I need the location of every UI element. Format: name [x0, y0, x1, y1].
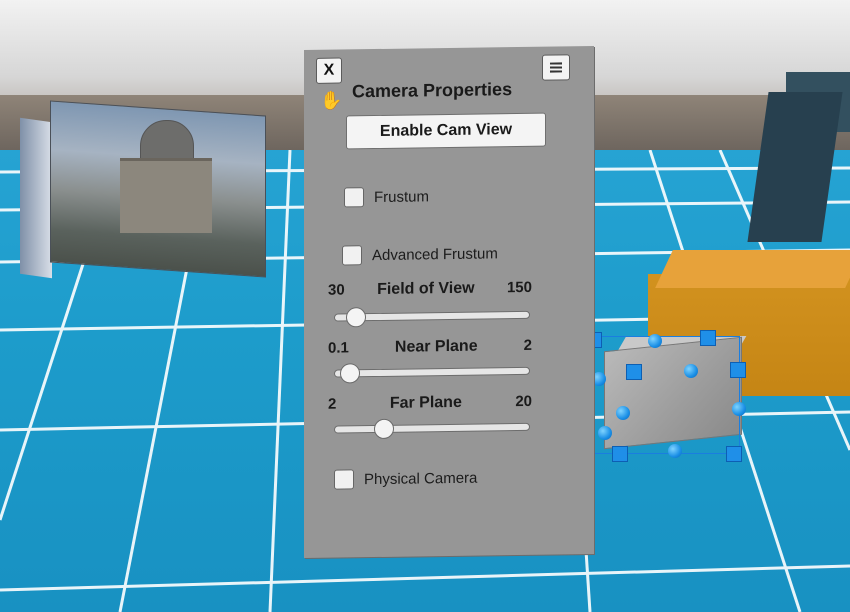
- slider-thumb[interactable]: [345, 307, 366, 328]
- far-plane-header: 2 Far Plane 20: [328, 393, 532, 414]
- far-plane-label: Far Plane: [389, 393, 462, 412]
- bounding-box-outline: [590, 336, 740, 454]
- physical-camera-toggle[interactable]: Physical Camera: [334, 468, 477, 490]
- selected-camera-gizmo[interactable]: [576, 330, 752, 466]
- advanced-frustum-toggle[interactable]: Advanced Frustum: [342, 243, 498, 266]
- enable-cam-view-button[interactable]: Enable Cam View: [346, 112, 546, 150]
- rotation-handle[interactable]: [648, 334, 662, 348]
- near-plane-header: 0.1 Near Plane 2: [328, 337, 532, 358]
- near-min-label: 0.1: [328, 339, 349, 357]
- photo-dome: [140, 120, 194, 162]
- frustum-label: Frustum: [374, 187, 430, 206]
- scale-handle[interactable]: [626, 364, 642, 380]
- far-plane-slider[interactable]: [334, 418, 530, 440]
- slider-thumb[interactable]: [340, 363, 361, 384]
- scale-handle[interactable]: [730, 362, 746, 378]
- panel-title: Camera Properties: [352, 79, 513, 102]
- rotation-handle[interactable]: [616, 406, 630, 420]
- rotation-handle[interactable]: [684, 364, 698, 378]
- physical-camera-checkbox[interactable]: [334, 469, 354, 490]
- scale-handle[interactable]: [612, 446, 628, 462]
- near-plane-slider[interactable]: [334, 363, 530, 384]
- fov-max-label: 150: [506, 278, 532, 297]
- field-of-view-header: 30 Field of View 150: [328, 279, 532, 300]
- frustum-toggle[interactable]: Frustum: [344, 186, 430, 208]
- scale-handle[interactable]: [700, 330, 716, 346]
- close-button[interactable]: X: [316, 57, 342, 84]
- field-of-view-slider[interactable]: [334, 307, 530, 328]
- hamburger-menu-icon: [550, 62, 562, 73]
- far-min-label: 2: [328, 395, 337, 413]
- dark-block-object[interactable]: [747, 72, 850, 242]
- far-max-label: 20: [515, 392, 532, 411]
- dark-block-front: [747, 92, 843, 242]
- near-plane-label: Near Plane: [394, 337, 478, 356]
- slider-thumb[interactable]: [373, 418, 394, 440]
- scale-handle[interactable]: [726, 446, 742, 462]
- rotation-handle[interactable]: [668, 444, 682, 458]
- menu-button[interactable]: [542, 54, 570, 81]
- photo-slab-side: [20, 117, 52, 279]
- near-max-label: 2: [523, 336, 532, 354]
- camera-properties-panel: X ✋ Camera Properties Enable Cam View Fr…: [304, 45, 594, 559]
- orange-block-top: [655, 250, 850, 288]
- advanced-frustum-label: Advanced Frustum: [372, 244, 498, 264]
- advanced-frustum-checkbox[interactable]: [342, 245, 362, 266]
- frustum-checkbox[interactable]: [344, 187, 364, 208]
- rotation-handle[interactable]: [592, 372, 606, 386]
- photo-building: [120, 158, 212, 233]
- fov-label: Field of View: [377, 279, 475, 299]
- hand-grab-icon[interactable]: ✋: [320, 90, 342, 112]
- rotation-handle[interactable]: [732, 402, 746, 416]
- rotation-handle[interactable]: [598, 426, 612, 440]
- fov-min-label: 30: [328, 281, 345, 299]
- physical-camera-label: Physical Camera: [364, 469, 478, 488]
